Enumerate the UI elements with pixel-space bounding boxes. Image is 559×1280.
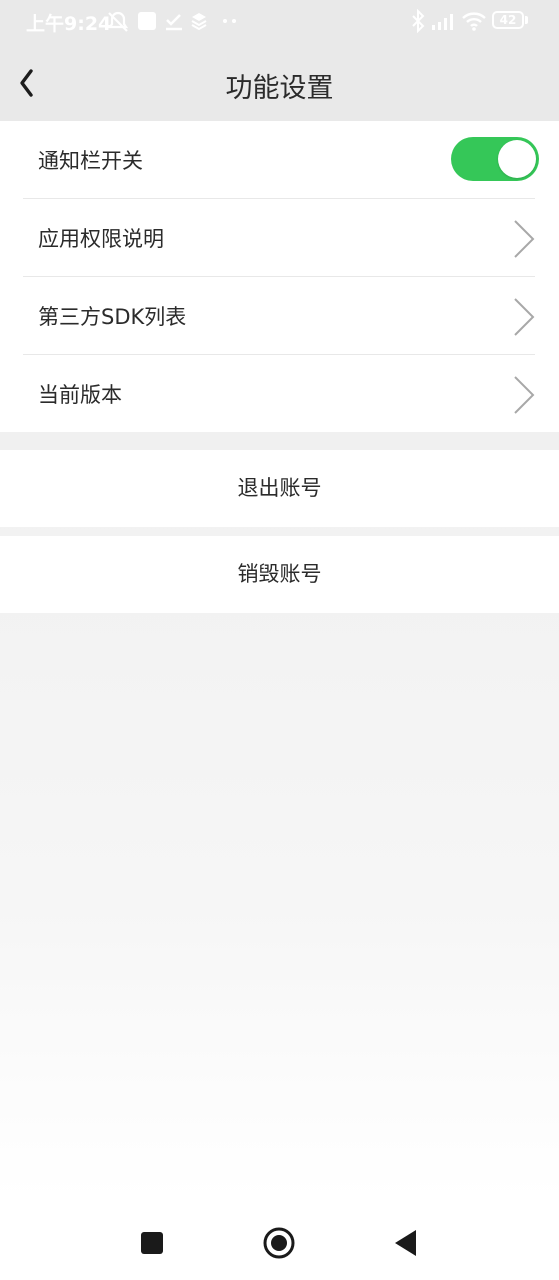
home-button[interactable] bbox=[261, 1225, 297, 1261]
status-bar: 上午9:24 42 bbox=[0, 0, 559, 44]
battery-tip bbox=[525, 16, 528, 24]
battery-icon: 42 bbox=[492, 11, 524, 29]
wifi-icon bbox=[462, 12, 486, 31]
bluetooth-icon bbox=[412, 9, 425, 33]
row-label: 第三方SDK列表 bbox=[38, 305, 187, 329]
settings-row-current-version[interactable]: 当前版本 bbox=[23, 355, 535, 432]
toggle-knob bbox=[498, 140, 536, 178]
settings-row-notification-toggle[interactable]: 通知栏开关 bbox=[23, 121, 539, 199]
row-label: 通知栏开关 bbox=[38, 149, 143, 173]
chevron-right-icon bbox=[514, 298, 535, 336]
home-circle-icon bbox=[263, 1227, 295, 1259]
row-label: 应用权限说明 bbox=[38, 227, 164, 251]
mute-notification-icon bbox=[107, 11, 129, 32]
header: 功能设置 bbox=[0, 44, 559, 121]
notification-toggle[interactable] bbox=[451, 137, 539, 181]
check-icon bbox=[166, 14, 182, 31]
logout-button[interactable]: 退出账号 bbox=[0, 450, 559, 527]
recents-square-icon bbox=[141, 1232, 163, 1254]
settings-row-third-party-sdk[interactable]: 第三方SDK列表 bbox=[23, 277, 535, 355]
status-time: 上午9:24 bbox=[26, 13, 112, 35]
delete-account-button[interactable]: 销毁账号 bbox=[0, 536, 559, 613]
signal-icon bbox=[432, 14, 453, 30]
page-title: 功能设置 bbox=[225, 73, 334, 104]
row-label: 当前版本 bbox=[38, 383, 122, 407]
back-triangle-icon bbox=[395, 1230, 416, 1256]
layers-icon bbox=[191, 13, 207, 30]
more-dots-icon bbox=[223, 19, 236, 23]
chevron-right-icon bbox=[514, 376, 535, 414]
chevron-right-icon bbox=[514, 220, 535, 258]
battery-level: 42 bbox=[499, 13, 517, 27]
settings-list: 通知栏开关 应用权限说明 第三方SDK列表 当前版本 bbox=[0, 121, 559, 432]
back-nav-button[interactable] bbox=[389, 1225, 425, 1261]
system-nav-bar bbox=[0, 1205, 559, 1280]
recents-button[interactable] bbox=[134, 1225, 170, 1261]
settings-row-app-permissions[interactable]: 应用权限说明 bbox=[23, 199, 535, 277]
app-square-icon bbox=[138, 12, 156, 30]
